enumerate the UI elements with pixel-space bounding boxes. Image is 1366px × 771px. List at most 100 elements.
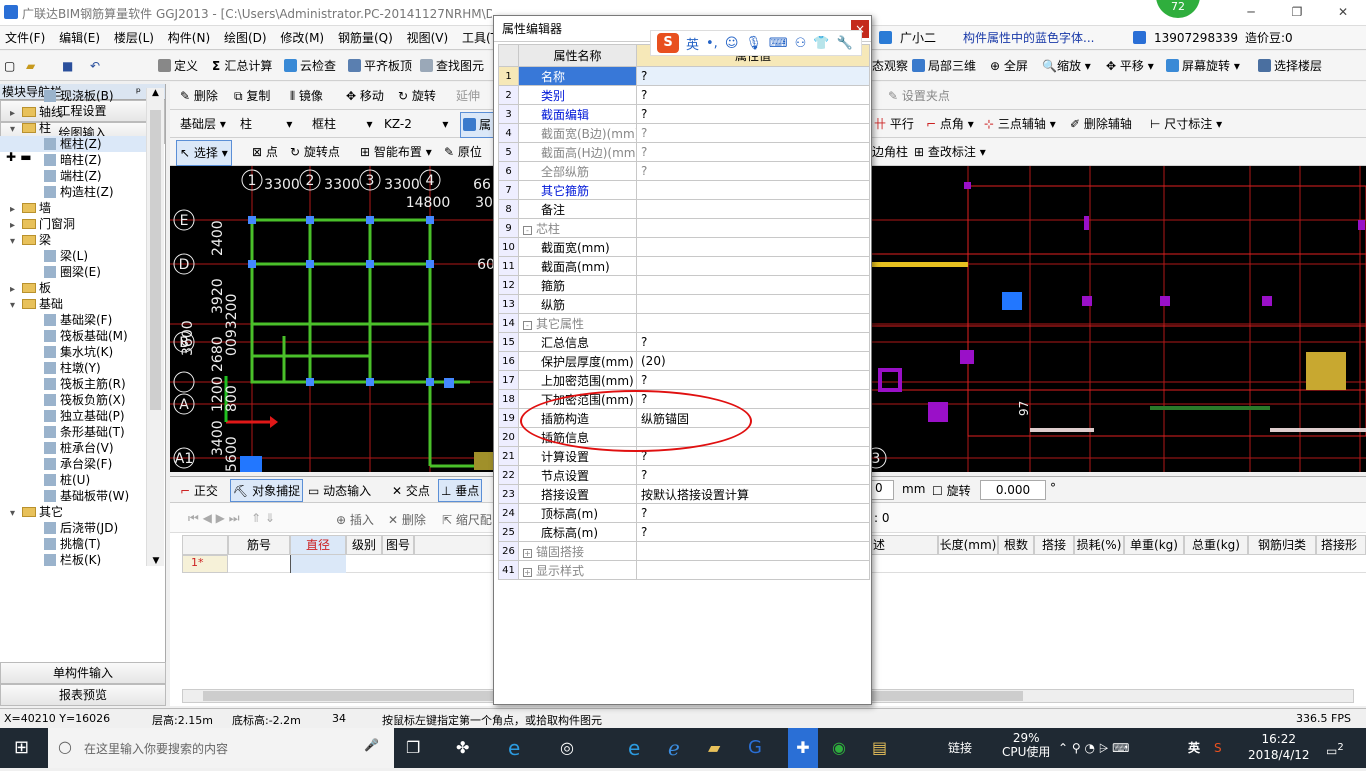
menu-draw[interactable]: 绘图(D): [219, 26, 272, 50]
in-place-button[interactable]: ✎ 原位: [444, 138, 482, 166]
task-view-icon[interactable]: ❐: [406, 728, 420, 768]
tree-folder[interactable]: ▸ 门窗洞: [0, 216, 146, 232]
property-row[interactable]: 13 纵筋: [498, 294, 870, 314]
app-icon[interactable]: ◎: [560, 728, 574, 768]
row-header[interactable]: 1*: [182, 555, 228, 573]
property-value[interactable]: [636, 541, 870, 561]
property-value[interactable]: ?: [636, 123, 870, 143]
tree-item[interactable]: 基础板带(W): [0, 488, 146, 504]
sogou-tray-icon[interactable]: S: [1214, 728, 1222, 768]
property-value[interactable]: ?: [636, 370, 870, 390]
col-header[interactable]: 搭接形: [1316, 535, 1366, 555]
pan-button[interactable]: ✥ 平移 ▾: [1106, 51, 1154, 81]
intersection-button[interactable]: ✕ 交点: [392, 482, 430, 499]
tree-item[interactable]: 圈梁(E): [0, 264, 146, 280]
tree-item[interactable]: 筏板主筋(R): [0, 376, 146, 392]
property-row[interactable]: 5 截面高(H边)(mm)?: [498, 142, 870, 162]
scroll-up-icon[interactable]: ▲: [147, 88, 164, 104]
observe-button[interactable]: 态观察: [872, 51, 908, 81]
active-app-icon[interactable]: ✚: [788, 728, 818, 768]
property-row[interactable]: 12 箍筋: [498, 275, 870, 295]
edge-icon[interactable]: e: [508, 728, 520, 768]
expand-icon[interactable]: +: [523, 567, 532, 577]
local3d-button[interactable]: 局部三维: [912, 51, 976, 81]
maximize-button[interactable]: ❐: [1274, 0, 1320, 26]
property-row[interactable]: 14- 其它属性: [498, 313, 870, 333]
property-row[interactable]: 23 搭接设置 按默认搭接设置计算: [498, 484, 870, 504]
menu-floor[interactable]: 楼层(L): [109, 26, 159, 50]
mic-icon[interactable]: 🎤: [364, 738, 379, 752]
tree-folder[interactable]: ▾ 基础: [0, 296, 146, 312]
floor-select[interactable]: 基础层 ▾: [180, 110, 226, 138]
ortho-button[interactable]: ⌐ 正交: [180, 482, 218, 499]
property-value[interactable]: [636, 256, 870, 276]
property-value[interactable]: [636, 180, 870, 200]
property-value[interactable]: ?: [636, 104, 870, 124]
tree-item[interactable]: 挑檐(T): [0, 536, 146, 552]
property-value[interactable]: [636, 237, 870, 257]
col-header[interactable]: 级别: [346, 535, 382, 555]
property-row[interactable]: 41 + 显示样式: [498, 560, 870, 580]
find-button[interactable]: 查找图元: [420, 51, 484, 81]
skin-icon[interactable]: 👕: [813, 36, 829, 51]
tree-item[interactable]: 梁(L): [0, 248, 146, 264]
sogou-logo-icon[interactable]: S: [657, 33, 679, 53]
move-button[interactable]: ✥ 移动: [346, 82, 384, 110]
ime-indicator[interactable]: 英: [1188, 728, 1200, 768]
smart-layout-button[interactable]: ⊞ 智能布置 ▾: [360, 138, 432, 166]
link-label[interactable]: 链接: [948, 728, 972, 768]
code-select[interactable]: KZ-2 ▾: [384, 110, 448, 138]
property-row[interactable]: 6 全部纵筋?: [498, 161, 870, 181]
expand-icon[interactable]: +: [523, 548, 532, 558]
tree-item[interactable]: 基础梁(F): [0, 312, 146, 328]
tree-item[interactable]: 框柱(Z): [0, 136, 146, 152]
windows-start-icon[interactable]: ⊞: [14, 728, 29, 768]
rotate-screen-button[interactable]: 屏幕旋转 ▾: [1166, 51, 1240, 81]
score-badge[interactable]: 72: [1156, 0, 1200, 18]
report-preview-button[interactable]: 报表预览: [0, 684, 166, 706]
check-mark-button[interactable]: ⊞ 查改标注 ▾: [914, 138, 986, 166]
menu-view[interactable]: 视图(V): [402, 26, 454, 50]
tree-item[interactable]: 筏板负筋(X): [0, 392, 146, 408]
collapse-icon[interactable]: ▾: [10, 122, 22, 138]
parallel-button[interactable]: 卄 平行: [874, 110, 914, 138]
property-value[interactable]: ?: [636, 66, 870, 86]
scale-button[interactable]: ⇱ 缩尺配: [442, 511, 492, 528]
voice-icon[interactable]: 🎙: [745, 36, 762, 51]
fullscreen-button[interactable]: ⊕ 全屏: [990, 51, 1028, 81]
collapse-icon[interactable]: ▾: [10, 234, 22, 250]
notification-icon[interactable]: ▭2: [1326, 728, 1344, 768]
property-row[interactable]: 10 截面宽(mm): [498, 237, 870, 257]
tree-folder[interactable]: ▾ 柱: [0, 120, 146, 136]
menu-edit[interactable]: 编辑(E): [54, 26, 105, 50]
undo-icon[interactable]: ↶: [90, 51, 100, 81]
property-row[interactable]: 22 节点设置?: [498, 465, 870, 485]
emoji-icon[interactable]: ☺: [725, 36, 739, 51]
property-row[interactable]: 7 其它箍筋: [498, 180, 870, 200]
three-point-button[interactable]: ⊹ 三点辅轴 ▾: [984, 110, 1056, 138]
green-app-icon[interactable]: ◉: [832, 728, 846, 768]
tree-item[interactable]: 暗柱(Z): [0, 152, 146, 168]
rotate-point-button[interactable]: ↻ 旋转点: [290, 138, 340, 166]
collapse-icon[interactable]: -: [523, 320, 532, 330]
offset-input[interactable]: 0: [870, 480, 894, 500]
col-header[interactable]: 长度(mm): [938, 535, 998, 555]
flat-board-button[interactable]: 平齐板顶: [348, 51, 412, 81]
scroll-down-icon[interactable]: ▼: [147, 556, 165, 566]
diameter-cell[interactable]: [290, 555, 346, 573]
tray-icons[interactable]: ⌃ ⚲ ◔ ⩥ ⌨: [1058, 728, 1130, 768]
property-value[interactable]: [636, 294, 870, 314]
user-label[interactable]: 广小二: [874, 26, 946, 50]
collapse-icon[interactable]: -: [523, 225, 532, 235]
dimension-button[interactable]: ⊢ 尺寸标注 ▾: [1150, 110, 1222, 138]
select-floor-button[interactable]: 选择楼层: [1258, 51, 1322, 81]
col-header[interactable]: 直径(mm): [290, 535, 346, 570]
set-grip-button[interactable]: ✎ 设置夹点: [888, 82, 950, 110]
delete-axis-button[interactable]: ✐ 删除辅轴: [1070, 110, 1132, 138]
tree-item[interactable]: 端柱(Z): [0, 168, 146, 184]
grid-nav-icons[interactable]: ⏮ ◀ ▶ ⏭ ⇑ ⇓: [188, 511, 275, 526]
property-row[interactable]: 15 汇总信息?: [498, 332, 870, 352]
property-value[interactable]: ?: [636, 85, 870, 105]
point-angle-button[interactable]: ⌐ 点角 ▾: [926, 110, 974, 138]
phone-label[interactable]: 13907298339: [1128, 26, 1248, 50]
